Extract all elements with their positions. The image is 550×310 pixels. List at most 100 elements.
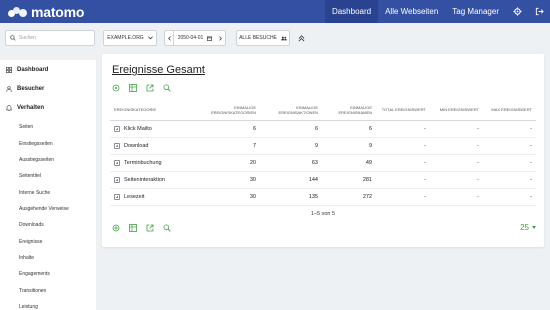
sidebar-section-label: Verhalten [17,105,45,111]
expand-row-icon[interactable] [114,193,120,200]
segment-users-icon [281,36,287,40]
sidebar: Dashboard Besucher Verhalten Seiten Eins… [0,60,96,310]
table-cell: 6 [322,120,376,138]
expand-row-icon[interactable] [114,125,120,132]
sidebar-item-exit-pages[interactable]: Ausstiegsseiten [19,157,54,163]
table-row[interactable]: Seiteninteraktion 30 144 281 - - - [110,171,536,189]
table-cell: - [483,171,536,189]
table-cell: - [376,171,430,189]
search-icon [10,35,16,41]
date-selector-label: 2050-04-01 [177,35,204,41]
table-row[interactable]: Terminbuchung 20 63 49 - - - [110,154,536,172]
column-header[interactable]: EINMALIGE EREIGNISAKTIONEN [260,100,322,121]
expand-row-icon[interactable] [114,159,120,166]
sidebar-item-downloads[interactable]: Downloads [19,222,44,228]
column-header[interactable]: EINMALIGE EREIGNISNAMEN [322,100,376,121]
table-row[interactable]: Lesezeit 30 135 272 - - - [110,188,536,206]
table-cell: - [376,137,430,155]
table-cell: 7 [198,137,260,155]
sidebar-item-site-search[interactable]: Interne Suche [19,190,50,196]
sidebar-section-dashboard[interactable]: Dashboard [6,67,48,73]
export-icon[interactable] [145,83,154,92]
column-header[interactable]: MIN EREIGNISWERT [430,100,483,121]
table-cell: - [430,137,483,155]
visualization-icon[interactable] [111,223,120,232]
controls-bar: Suchen EXAMPLE.ORG 2050-04-01 ALLE BESUC… [0,23,550,53]
visualization-icon[interactable] [111,83,120,92]
search-report-icon[interactable] [162,83,171,92]
table-cell: 9 [260,137,322,155]
sidebar-section-visitors[interactable]: Besucher [6,86,44,92]
sidebar-item-events[interactable]: Ereignisse [19,239,42,245]
sidebar-item-page-titles[interactable]: Seitentitel [19,173,41,179]
table-cell: - [430,171,483,189]
sidebar-item-pages[interactable]: Seiten [19,124,33,130]
table-cell: 9 [322,137,376,155]
table-cell: - [483,154,536,172]
chevron-down-icon [147,36,153,40]
top-bar: matomo Dashboard Alle Webseiten Tag Mana… [0,0,550,23]
logout-icon[interactable] [528,0,550,23]
event-category: Lesezeit [124,193,145,200]
pagination-info: 1–5 von 5 [310,211,336,217]
sidebar-section-label: Besucher [17,86,45,92]
collapse-controls-icon[interactable] [296,33,306,43]
nav-tag-manager[interactable]: Tag Manager [445,0,506,23]
table-cell: - [376,154,430,172]
column-header[interactable]: EINMALIGE EREIGNISKATEGORIEN [198,100,260,121]
table-cell: - [430,120,483,138]
table-cell: 6 [198,120,260,138]
table-row[interactable]: Klick Mailto 6 6 6 - - - [110,120,536,138]
sidebar-item-outlinks[interactable]: Ausgehende Verweise [19,206,69,212]
nav-all-websites[interactable]: Alle Webseiten [378,0,445,23]
gear-icon[interactable] [506,0,528,23]
table-header-row: EREIGNISKATEGORIE EINMALIGE EREIGNISKATE… [110,100,536,121]
site-selector-label: EXAMPLE.ORG [107,35,144,41]
logo-icon [8,6,27,17]
table-row[interactable]: Download 7 9 9 - - - [110,137,536,155]
segment-selector-label: ALLE BESUCHE [239,35,277,41]
site-selector[interactable]: EXAMPLE.ORG [103,30,157,46]
table-cell: 144 [260,171,322,189]
search-report-icon[interactable] [162,223,171,232]
event-category: Terminbuchung [124,159,162,166]
report-title[interactable]: Ereignisse Gesamt [112,64,205,76]
date-selector[interactable]: 2050-04-01 [173,30,217,46]
table-cell: 30 [198,171,260,189]
table-icon[interactable] [128,223,137,232]
next-period-button[interactable] [216,30,226,46]
sidebar-item-performance[interactable]: Leistung [19,304,38,310]
column-header[interactable]: EREIGNISKATEGORIE [110,100,198,121]
table-cell: 49 [322,154,376,172]
expand-row-icon[interactable] [114,142,120,149]
export-icon[interactable] [145,223,154,232]
sidebar-item-engagements[interactable]: Engagements [19,271,50,277]
sidebar-item-transitions[interactable]: Transitionen [19,288,46,294]
sidebar-item-entry-pages[interactable]: Einstiegsseiten [19,141,53,147]
calendar-icon [207,36,213,41]
column-header[interactable]: TOTAL EREIGNISWERT [376,100,430,121]
events-table: EREIGNISKATEGORIE EINMALIGE EREIGNISKATE… [110,100,536,206]
top-nav: Dashboard Alle Webseiten Tag Manager [324,0,550,23]
segment-selector[interactable]: ALLE BESUCHE [236,30,290,46]
bell-icon [6,105,12,111]
column-header[interactable]: MAX EREIGNISWERT [483,100,536,121]
table-cell: 281 [322,171,376,189]
sidebar-item-contents[interactable]: Inhalte [19,255,34,261]
expand-row-icon[interactable] [114,176,120,183]
table-cell: 30 [198,188,260,206]
table-cell: 63 [260,154,322,172]
table-cell: 135 [260,188,322,206]
report-toolbar-top [111,83,171,92]
row-limit-selector[interactable]: 25 [520,223,536,232]
matomo-logo[interactable]: matomo [8,4,84,20]
sidebar-section-behaviour[interactable]: Verhalten [6,105,44,111]
search-input[interactable]: Suchen [5,30,95,46]
grid-icon [6,67,12,73]
event-category: Klick Mailto [124,125,152,132]
nav-dashboard[interactable]: Dashboard [324,0,379,23]
table-icon[interactable] [128,83,137,92]
event-category: Seiteninteraktion [124,176,165,183]
table-cell: - [483,137,536,155]
table-cell: - [376,120,430,138]
